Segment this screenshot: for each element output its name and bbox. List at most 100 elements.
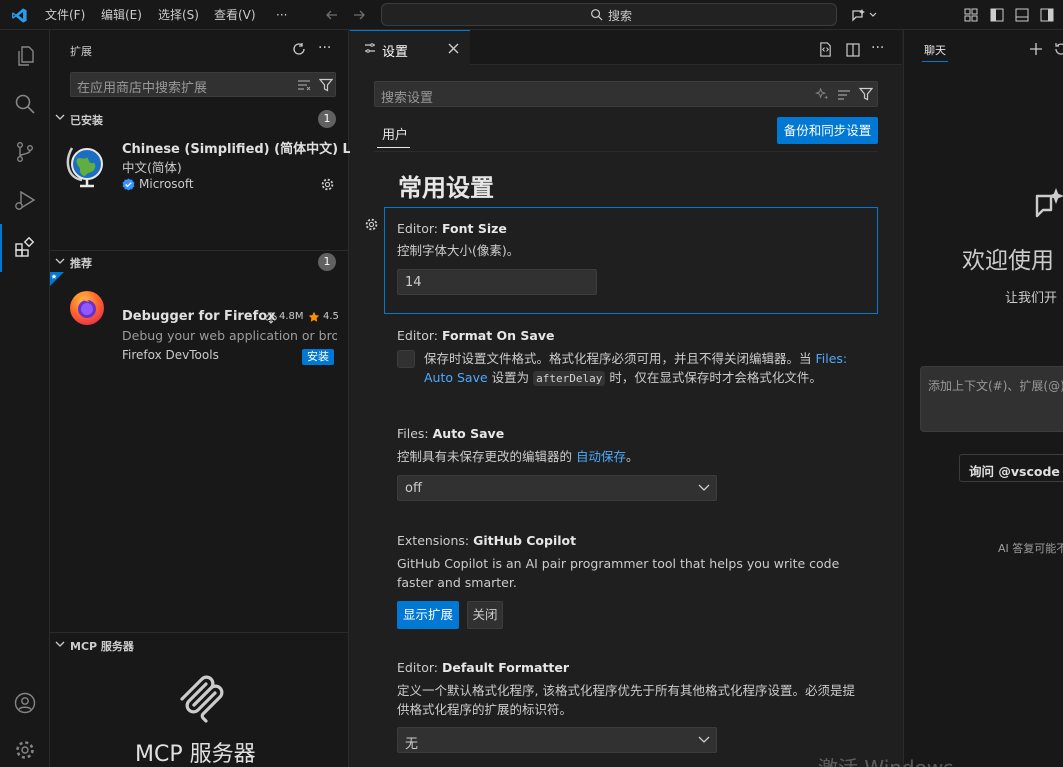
ask-vscode-button[interactable]: 询问 @vscode — [959, 454, 1063, 482]
account-icon[interactable] — [0, 679, 50, 727]
chat-input-placeholder: 添加上下文(#)、扩展(@) — [928, 379, 1063, 393]
forward-arrow-icon[interactable] — [352, 8, 366, 22]
chevron-down-icon — [698, 484, 710, 492]
extensions-icon[interactable] — [0, 224, 50, 272]
tab-settings[interactable]: 设置 — [350, 30, 470, 65]
section-divider — [50, 632, 349, 633]
extension-search-input[interactable]: 在应用商店中搜索扩展 — [70, 72, 336, 97]
settings-search-placeholder: 搜索设置 — [381, 91, 434, 106]
settings-editor: 搜索设置 用户 备份和同步设置 常用设置 Editor: Font Size 控… — [350, 66, 902, 767]
setting-title: Editor: Font Size — [397, 221, 507, 236]
recommended-section-header[interactable]: 推荐 — [70, 255, 92, 271]
command-center-search[interactable]: 搜索 — [381, 3, 837, 26]
explorer-icon[interactable] — [0, 32, 50, 80]
filter-icon[interactable] — [319, 78, 333, 92]
toggle-secondary-sidebar-icon[interactable] — [1040, 8, 1054, 22]
search-icon — [590, 8, 603, 21]
installed-section-header[interactable]: 已安装 — [70, 112, 103, 128]
menu-edit[interactable]: 编辑(E) — [101, 0, 142, 30]
auto-save-link[interactable]: 自动保存 — [576, 449, 626, 464]
setting-gear-icon[interactable] — [364, 217, 379, 232]
chevron-down-icon[interactable] — [54, 111, 66, 123]
menu-file[interactable]: 文件(F) — [45, 0, 85, 30]
chat-sparkle-logo-icon — [1034, 186, 1063, 224]
settings-search-input[interactable]: 搜索设置 — [374, 81, 878, 107]
run-debug-icon[interactable] — [0, 176, 50, 224]
editor-more-actions-icon[interactable]: ··· — [871, 40, 884, 56]
menu-selection[interactable]: 选择(S) — [158, 0, 199, 30]
extension-settings-gear-icon[interactable] — [320, 177, 335, 192]
setting-title-copilot: Extensions: GitHub Copilot — [397, 533, 577, 548]
dismiss-button[interactable]: 关闭 — [467, 601, 503, 629]
title-bar: 文件(F) 编辑(E) 选择(S) 查看(V) ··· 搜索 — [0, 0, 1063, 30]
chat-tab[interactable]: 聊天 — [924, 42, 946, 58]
settings-scope-tab-user[interactable]: 用户 — [382, 124, 408, 143]
manage-gear-icon[interactable] — [0, 726, 50, 767]
chat-input[interactable]: 添加上下文(#)、扩展(@) — [920, 366, 1063, 432]
extension-description: 中文(简体) — [122, 160, 182, 175]
mcp-logo-icon — [176, 675, 224, 723]
font-size-input[interactable]: 14 — [397, 269, 597, 295]
ask-vscode-label: 询问 @vscode — [969, 464, 1060, 479]
command-center-label: 搜索 — [608, 9, 633, 23]
download-cloud-icon — [265, 312, 277, 324]
chat-history-icon[interactable] — [1054, 42, 1063, 56]
chat-welcome-title: 欢迎使用 — [962, 248, 1054, 274]
chevron-down-icon[interactable] — [54, 638, 66, 650]
extension-publisher: Microsoft — [139, 177, 194, 191]
clear-settings-filter-icon[interactable] — [837, 89, 851, 101]
auto-save-select[interactable]: off — [397, 475, 717, 501]
source-control-icon[interactable] — [0, 128, 50, 176]
menu-view[interactable]: 查看(V) — [214, 0, 256, 30]
extension-description: Debug your web application or bro... — [122, 328, 337, 343]
tab-label: 设置 — [382, 45, 409, 60]
mcp-section-header[interactable]: MCP 服务器 — [70, 638, 134, 654]
ai-search-sparkle-icon[interactable] — [815, 87, 830, 102]
search-view-icon[interactable] — [0, 80, 50, 128]
clear-filter-icon[interactable] — [297, 79, 311, 91]
auto-save-value: off — [405, 481, 422, 496]
toggle-panel-icon[interactable] — [1015, 8, 1029, 22]
download-count: 4.8M — [279, 311, 304, 322]
scope-tab-underline — [377, 147, 410, 148]
activate-windows-watermark: 激活 Windows — [818, 752, 954, 767]
new-chat-plus-icon[interactable] — [1029, 42, 1043, 56]
settings-group-heading: 常用设置 — [398, 174, 494, 202]
sidebar-title: 扩展 — [70, 45, 92, 58]
extension-publisher: Firefox DevTools — [122, 348, 219, 362]
toggle-primary-sidebar-icon[interactable] — [990, 8, 1004, 22]
settings-filter-icon[interactable] — [859, 87, 873, 101]
language-pack-globe-icon — [66, 144, 108, 190]
extension-item-firefox[interactable]: Debugger for Firefox 4.8M 4.5 Debug your… — [50, 272, 349, 365]
close-icon[interactable] — [448, 43, 459, 54]
extension-item-chinese[interactable]: Chinese (Simplified) (简体中文) L... 中文(简体) … — [50, 130, 366, 280]
chevron-down-icon[interactable] — [54, 255, 66, 267]
extension-title: Debugger for Firefox — [122, 309, 276, 324]
setting-title-auto-save: Files: Auto Save — [397, 426, 505, 441]
default-formatter-select[interactable]: 无 — [397, 727, 717, 753]
split-editor-icon[interactable] — [846, 43, 860, 57]
chat-panel: 聊天 欢迎使用 让我们开 添加上下文(#)、扩展(@) 询问 @vscode A… — [903, 30, 1063, 767]
installed-count-badge: 1 — [318, 110, 336, 128]
menu-more[interactable]: ··· — [276, 0, 287, 30]
chat-tab-underline — [922, 61, 948, 62]
copilot-icon[interactable] — [850, 7, 878, 23]
chat-disclaimer: AI 答复可能不 — [998, 542, 1063, 555]
setting-title-default-formatter: Editor: Default Formatter — [397, 660, 570, 675]
extensions-sidebar: 扩展 ··· 在应用商店中搜索扩展 已安装 1 Chinese (Simplif… — [50, 30, 366, 767]
back-arrow-icon[interactable] — [325, 8, 339, 22]
refresh-icon[interactable] — [292, 42, 306, 56]
install-button[interactable]: 安装 — [302, 349, 334, 365]
rating-star-icon — [308, 311, 320, 323]
open-settings-json-icon[interactable] — [818, 42, 833, 57]
section-divider — [50, 250, 349, 251]
setting-description: GitHub Copilot is an AI pair programmer … — [397, 556, 840, 590]
setting-description: 控制具有未保存更改的编辑器的 自动保存。 — [397, 449, 639, 464]
customize-layout-icon[interactable] — [964, 8, 978, 22]
setting-description: 保存时设置文件格式。格式化程序必须可用，并且不得关闭编辑器。当 Files: A… — [424, 351, 848, 386]
format-on-save-checkbox[interactable] — [397, 350, 415, 368]
more-actions-icon[interactable]: ··· — [318, 40, 331, 56]
show-extension-button[interactable]: 显示扩展 — [397, 601, 459, 629]
backup-sync-button[interactable]: 备份和同步设置 — [777, 117, 878, 144]
setting-font-size: Editor: Font Size 控制字体大小(像素)。 14 — [384, 207, 878, 314]
